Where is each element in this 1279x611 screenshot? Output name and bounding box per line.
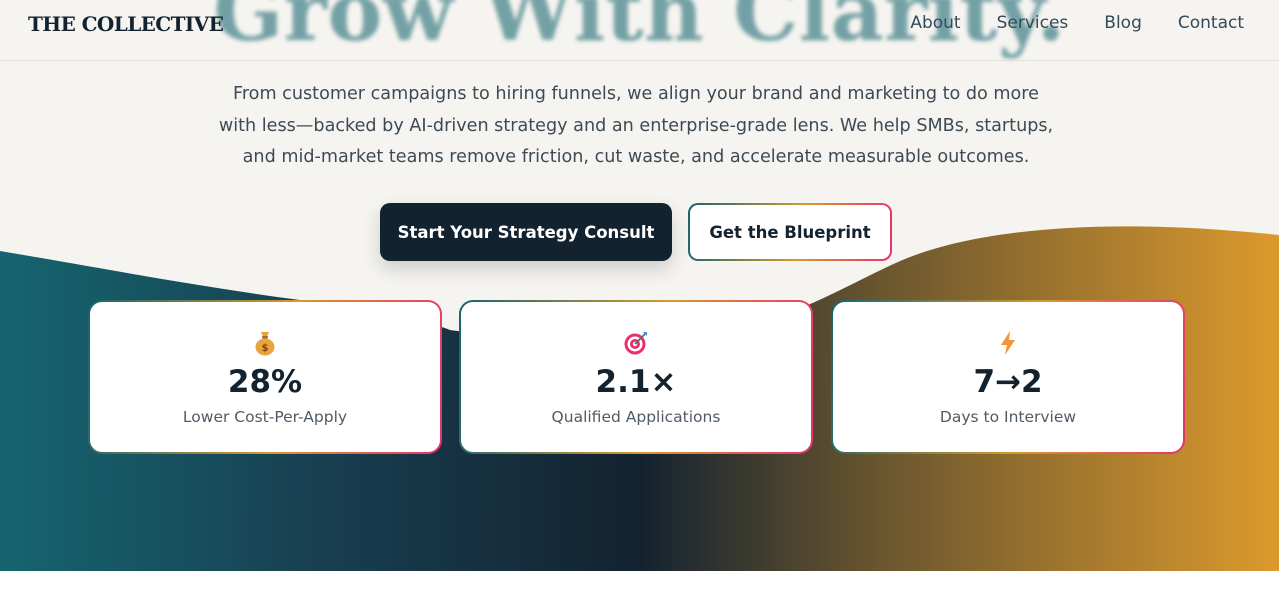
stat-label: Days to Interview — [939, 408, 1077, 426]
start-strategy-consult-button[interactable]: Start Your Strategy Consult — [380, 203, 672, 261]
hero-intro-line: From customer campaigns to hiring funnel… — [233, 84, 1039, 104]
stat-card-applications: 2.1× Qualified Applications — [459, 300, 813, 454]
get-blueprint-button-label: Get the Blueprint — [690, 205, 890, 259]
stat-value: 2.1× — [595, 364, 677, 400]
top-navigation-bar: THE COLLECTIVE About Services Blog Conta… — [0, 0, 1279, 61]
lightning-icon — [833, 330, 1183, 356]
nav-link-services[interactable]: Services — [997, 12, 1069, 34]
money-bag-icon: $ — [90, 330, 440, 356]
stat-card-cost: $ 28% Lower Cost-Per-Apply — [88, 300, 442, 454]
stat-value: 7→2 — [973, 364, 1043, 400]
get-blueprint-button[interactable]: Get the Blueprint — [688, 203, 892, 261]
nav-link-contact[interactable]: Contact — [1178, 12, 1244, 34]
brand-logo[interactable]: THE COLLECTIVE — [28, 12, 224, 36]
hero-intro-paragraph: From customer campaigns to hiring funnel… — [160, 79, 1112, 174]
nav-link-about[interactable]: About — [910, 12, 960, 34]
hero-intro-line: with less—backed by AI-driven strategy a… — [218, 115, 1054, 136]
svg-text:$: $ — [262, 343, 269, 354]
stat-card-interview: 7→2 Days to Interview — [831, 300, 1185, 454]
hero-intro-line: and mid-market teams remove friction, cu… — [242, 147, 1030, 167]
target-icon — [461, 330, 811, 356]
stat-label: Lower Cost-Per-Apply — [182, 408, 348, 426]
nav-link-blog[interactable]: Blog — [1104, 12, 1142, 34]
stat-value: 28% — [227, 364, 303, 400]
main-nav: About Services Blog Contact — [910, 12, 1244, 34]
stat-label: Qualified Applications — [551, 408, 721, 426]
hero-section: Grow With Clarity. THE COLLECTIVE About … — [0, 0, 1279, 571]
